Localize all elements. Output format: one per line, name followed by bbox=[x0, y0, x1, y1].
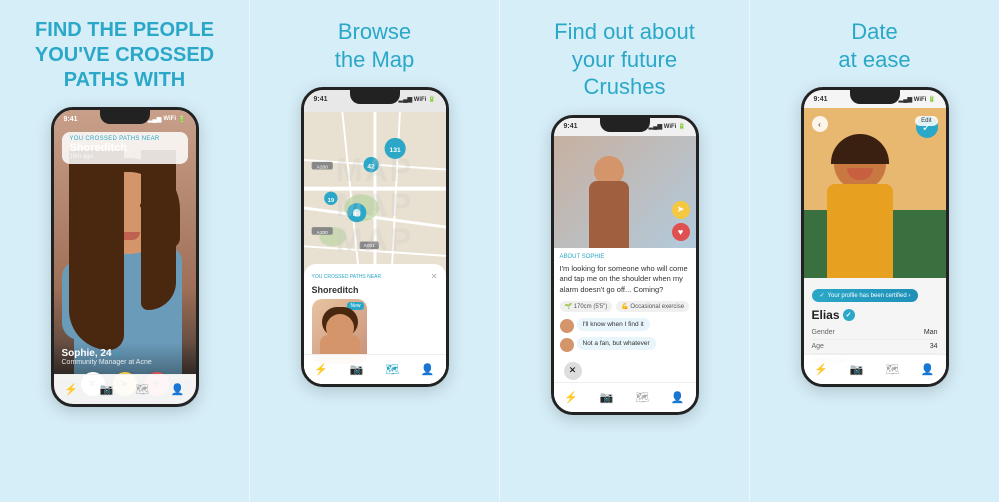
status-bar-3: 9:41 ▂▄▆ WiFi 🔋 bbox=[554, 118, 696, 136]
avatar-small-2 bbox=[560, 338, 574, 352]
nav-icon-profile-2[interactable]: 👤 bbox=[421, 363, 435, 376]
nav-icon-map[interactable]: 🗺 bbox=[135, 383, 149, 396]
profile-row-age: Age 34 bbox=[812, 340, 938, 354]
svg-text:42: 42 bbox=[367, 164, 375, 171]
location-badge-1: YOU CROSSED PATHS NEAR Shoreditch 15m ag… bbox=[62, 132, 188, 164]
profile-tags: 🌱 170cm (5'5") 💪 Occasional exercise bbox=[560, 301, 690, 312]
edit-button[interactable]: Edit bbox=[915, 116, 937, 126]
chat-bubble-row-1: I'll know when I find it bbox=[560, 318, 690, 334]
status-icons-4: ▂▄▆ WiFi 🔋 bbox=[899, 96, 936, 103]
nav-icon-lightning-3[interactable]: ⚡ bbox=[564, 391, 578, 404]
hair-side-right bbox=[141, 150, 176, 310]
svg-text:A001: A001 bbox=[363, 243, 375, 249]
status-bar-1: 9:41 ▂▄▆ WiFi 🔋 bbox=[54, 110, 196, 128]
tag-height: 🌱 170cm (5'5") bbox=[560, 301, 613, 312]
tag-exercise: 💪 Occasional exercise bbox=[616, 301, 689, 312]
status-icons-2: ▂▄▆ WiFi 🔋 bbox=[399, 96, 436, 103]
avatar-small-1 bbox=[560, 319, 574, 333]
nav-icon-map-2[interactable]: 🗺 bbox=[385, 363, 399, 376]
phone-1-userjob: Community Manager at Acne bbox=[62, 359, 188, 366]
location-badge-2: YOU CROSSED PATHS NEAR bbox=[312, 274, 382, 280]
nav-icon-camera-4[interactable]: 📷 bbox=[850, 363, 864, 376]
svg-text:19: 19 bbox=[327, 198, 333, 204]
panel-date-ease: Dateat ease 9:41 ▂▄▆ WiFi 🔋 bbox=[750, 0, 999, 502]
svg-text:A200: A200 bbox=[316, 165, 328, 171]
nav-icon-map-4[interactable]: 🗺 bbox=[885, 363, 899, 376]
hair-4 bbox=[831, 134, 889, 164]
nav-icon-lightning[interactable]: ⚡ bbox=[64, 383, 78, 396]
heart-icon-3[interactable]: ♥ bbox=[672, 223, 690, 241]
profile-row-gender: Gender Man bbox=[812, 326, 938, 340]
verified-icon-4: ✓ bbox=[843, 309, 855, 321]
nav-icon-lightning-2[interactable]: ⚡ bbox=[314, 363, 328, 376]
nav-icon-profile-3[interactable]: 👤 bbox=[671, 391, 685, 404]
phone-nav-bar-3: ⚡ 📷 🗺 👤 bbox=[554, 382, 696, 412]
phone-nav-bar-2: ⚡ 📷 🗺 👤 bbox=[304, 354, 446, 384]
hair-side-left bbox=[69, 150, 124, 350]
person-photo-1 bbox=[54, 150, 196, 374]
close-btn-3[interactable]: ✕ bbox=[564, 362, 582, 380]
nav-icon-profile-4[interactable]: 👤 bbox=[921, 363, 935, 376]
sheet-header: YOU CROSSED PATHS NEAR ✕ bbox=[312, 272, 438, 281]
status-bar-2: 9:41 ▂▄▆ WiFi 🔋 bbox=[304, 90, 446, 108]
phone-mockup-4: 9:41 ▂▄▆ WiFi 🔋 bbox=[801, 87, 949, 387]
back-button[interactable]: ‹ bbox=[812, 116, 828, 132]
svg-text:A200: A200 bbox=[316, 230, 328, 236]
phone-2-screen: 9:41 ▂▄▆ WiFi 🔋 bbox=[304, 90, 446, 384]
panel-3-title: Find out aboutyour futureCrushes bbox=[554, 18, 695, 101]
panel-browse-map: Browsethe Map 9:41 ▂▄▆ WiFi 🔋 bbox=[250, 0, 499, 502]
panel-find-people: FIND THE PEOPLE YOU'VE CROSSED PATHS WIT… bbox=[0, 0, 249, 502]
phone-4-screen: 9:41 ▂▄▆ WiFi 🔋 bbox=[804, 90, 946, 384]
svg-text:131: 131 bbox=[389, 147, 400, 154]
phone-1-username: Sophie, 24 ✓ bbox=[62, 348, 188, 359]
phone-3-photo-area: ➤ ♥ bbox=[554, 136, 696, 266]
certified-badge: ✓ Your profile has been certified › bbox=[812, 289, 919, 302]
panel-1-title: FIND THE PEOPLE YOU'VE CROSSED PATHS WIT… bbox=[35, 18, 214, 93]
phone-mockup-3: 9:41 ▂▄▆ WiFi 🔋 ➤ ♥ bbox=[551, 115, 699, 415]
phone-4-photo-area: ✓ ‹ Edit bbox=[804, 108, 946, 278]
phone-nav-bar-4: ⚡ 📷 🗺 👤 bbox=[804, 354, 946, 384]
verified-icon-1: ✓ bbox=[114, 349, 121, 358]
phone-mockup-2: 9:41 ▂▄▆ WiFi 🔋 bbox=[301, 87, 449, 387]
nav-icon-camera[interactable]: 📷 bbox=[100, 383, 114, 396]
location-name-2: Shoreditch bbox=[312, 285, 438, 295]
phone-4-username: Elias ✓ bbox=[812, 308, 938, 322]
phone-nav-bar-1: ⚡ 📷 🗺 👤 bbox=[54, 374, 196, 404]
arrow-icon-3[interactable]: ➤ bbox=[672, 201, 690, 219]
nav-icon-profile[interactable]: 👤 bbox=[171, 383, 185, 396]
close-btn-2[interactable]: ✕ bbox=[431, 272, 438, 281]
nav-icon-camera-3[interactable]: 📷 bbox=[600, 391, 614, 404]
panel-4-title: Dateat ease bbox=[838, 18, 910, 73]
person-4 bbox=[819, 138, 899, 278]
panel-2-title: Browsethe Map bbox=[335, 18, 415, 73]
photo-action-icons: ➤ ♥ bbox=[672, 201, 690, 241]
phone-1-screen: 9:41 ▂▄▆ WiFi 🔋 YOU CROSSED PATHS NEAR S… bbox=[54, 110, 196, 404]
about-label: ABOUT SOPHIE bbox=[560, 254, 690, 260]
status-icons-3: ▂▄▆ WiFi 🔋 bbox=[649, 123, 686, 130]
panel-find-crushes: Find out aboutyour futureCrushes 9:41 ▂▄… bbox=[500, 0, 749, 502]
phone-3-screen: 9:41 ▂▄▆ WiFi 🔋 ➤ ♥ bbox=[554, 118, 696, 412]
nav-icon-map-3[interactable]: 🗺 bbox=[635, 391, 649, 404]
shirt-4 bbox=[827, 184, 893, 278]
nav-icon-lightning-4[interactable]: ⚡ bbox=[814, 363, 828, 376]
status-icons-1: ▂▄▆ WiFi 🔋 bbox=[148, 116, 186, 123]
nav-icon-camera-2[interactable]: 📷 bbox=[350, 363, 364, 376]
chat-bubble-2: Not a fan, but whatever bbox=[577, 337, 656, 350]
status-bar-4: 9:41 ▂▄▆ WiFi 🔋 bbox=[804, 90, 946, 108]
phone-mockup-1: 9:41 ▂▄▆ WiFi 🔋 YOU CROSSED PATHS NEAR S… bbox=[51, 107, 199, 407]
chat-bubble-row-2: Not a fan, but whatever bbox=[560, 337, 690, 353]
bio-text: I'm looking for someone who will come an… bbox=[560, 264, 690, 296]
chat-bubble-1: I'll know when I find it bbox=[577, 318, 650, 331]
